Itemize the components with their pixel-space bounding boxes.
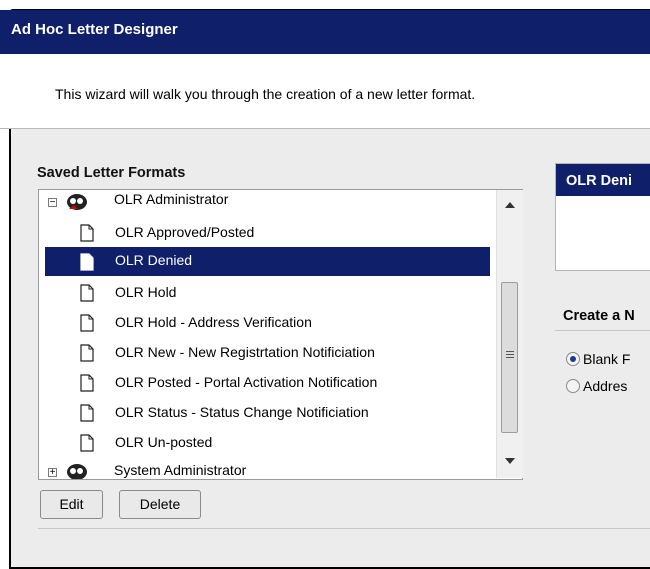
collapse-icon[interactable]: −: [48, 198, 57, 208]
document-icon: [80, 404, 94, 422]
tree-item-label: OLR Un-posted: [115, 434, 213, 450]
tree-item-olr-posted[interactable]: OLR Posted - Portal Activation Notificat…: [39, 369, 501, 398]
document-icon: [80, 374, 94, 392]
scroll-down-icon[interactable]: [505, 458, 515, 464]
scrollbar-thumb[interactable]: [501, 282, 518, 433]
window-title-text: Ad Hoc Letter Designer: [11, 21, 178, 38]
tree-item-label: OLR Hold - Address Verification: [115, 314, 312, 330]
divider: [38, 528, 650, 529]
tree-item-olr-hold[interactable]: OLR Hold: [39, 279, 501, 308]
document-icon: [80, 344, 94, 362]
group-icon: [67, 194, 87, 210]
window-title: Ad Hoc Letter Designer: [0, 10, 650, 54]
preview-title: OLR Deni: [556, 164, 650, 196]
tree-group-olr-administrator[interactable]: − OLR Administrator: [39, 190, 501, 218]
tree-group-label: OLR Administrator: [114, 191, 229, 207]
radio-label: Blank F: [583, 351, 631, 367]
edit-button[interactable]: Edit: [40, 490, 103, 519]
radio-button[interactable]: [566, 379, 580, 393]
saved-formats-label: Saved Letter Formats: [37, 165, 186, 181]
preview-panel: OLR Deni: [555, 163, 650, 271]
create-new-label: Create a N: [563, 308, 635, 324]
tree-item-label: OLR Hold: [115, 284, 177, 300]
document-icon: [80, 224, 94, 242]
tree-group-system-administrator[interactable]: + System Administrator: [39, 458, 501, 479]
tree-item-olr-un-posted[interactable]: OLR Un-posted: [39, 429, 501, 458]
radio-label: Addres: [583, 378, 628, 394]
delete-button[interactable]: Delete: [119, 490, 201, 519]
document-icon: [80, 314, 94, 332]
tree-item-label: OLR Posted - Portal Activation Notificat…: [115, 374, 378, 390]
tree-item-label: OLR Denied: [115, 252, 193, 268]
document-icon: [80, 253, 94, 271]
tree-item-olr-status[interactable]: OLR Status - Status Change Notificiation: [39, 399, 501, 428]
expand-icon[interactable]: +: [48, 468, 57, 478]
intro-text: This wizard will walk you through the cr…: [55, 86, 476, 102]
document-icon: [80, 434, 94, 452]
tree-item-olr-approved-posted[interactable]: OLR Approved/Posted: [39, 219, 501, 248]
scroll-up-icon[interactable]: [505, 202, 515, 208]
tree-item-olr-hold-address[interactable]: OLR Hold - Address Verification: [39, 309, 501, 338]
tree-scrollbar[interactable]: [496, 190, 523, 478]
radio-button[interactable]: [566, 352, 580, 366]
tree-item-olr-new[interactable]: OLR New - New Registrtation Notificiatio…: [39, 339, 501, 368]
document-icon: [80, 284, 94, 302]
intro-panel: This wizard will walk you through the cr…: [0, 54, 650, 129]
tree-item-label: OLR New - New Registrtation Notificiatio…: [115, 344, 375, 360]
group-icon: [67, 464, 87, 479]
saved-formats-tree[interactable]: − OLR Administrator OLR Approved/Posted …: [38, 189, 523, 480]
tree-item-label: OLR Approved/Posted: [115, 224, 255, 240]
create-divider: [555, 330, 650, 331]
tree-item-label: OLR Status - Status Change Notificiation: [115, 404, 369, 420]
tree-item-olr-denied[interactable]: OLR Denied: [45, 247, 490, 276]
tree-group-label: System Administrator: [114, 462, 247, 478]
